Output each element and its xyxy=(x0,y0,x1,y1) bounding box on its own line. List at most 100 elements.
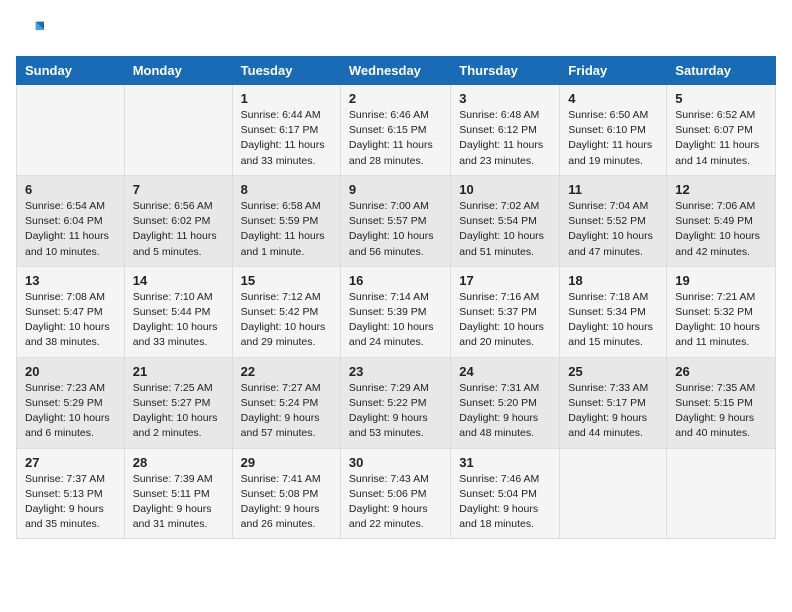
day-number: 19 xyxy=(675,273,767,288)
calendar-cell: 19 Sunrise: 7:21 AMSunset: 5:32 PMDayligh… xyxy=(667,266,776,357)
calendar-cell: 22Sunrise: 7:27 AMSunset: 5:24 PMDayligh… xyxy=(232,357,340,448)
calendar-cell: 23Sunrise: 7:29 AMSunset: 5:22 PMDayligh… xyxy=(340,357,450,448)
day-number: 3 xyxy=(459,91,551,106)
calendar-cell: 9 Sunrise: 7:00 AMSunset: 5:57 PMDaylight… xyxy=(340,175,450,266)
day-number: 12 xyxy=(675,182,767,197)
calendar-header: SundayMondayTuesdayWednesdayThursdayFrid… xyxy=(17,57,776,85)
day-number: 8 xyxy=(241,182,332,197)
weekday-wednesday: Wednesday xyxy=(340,57,450,85)
calendar-week-0: 1 Sunrise: 6:44 AMSunset: 6:17 PMDaylight… xyxy=(17,85,776,176)
day-number: 31 xyxy=(459,455,551,470)
day-info: Sunrise: 6:54 AMSunset: 6:04 PMDaylight:… xyxy=(25,199,116,260)
weekday-friday: Friday xyxy=(560,57,667,85)
day-info: Sunrise: 6:58 AMSunset: 5:59 PMDaylight:… xyxy=(241,199,332,260)
calendar-cell: 31 Sunrise: 7:46 AMSunset: 5:04 PMDayligh… xyxy=(451,448,560,539)
day-info: Sunrise: 7:23 AMSunset: 5:29 PMDaylight:… xyxy=(25,381,116,442)
calendar-cell: 24 Sunrise: 7:31 AMSunset: 5:20 PMDayligh… xyxy=(451,357,560,448)
day-info: Sunrise: 6:56 AMSunset: 6:02 PMDaylight:… xyxy=(133,199,224,260)
day-number: 17 xyxy=(459,273,551,288)
calendar-cell: 27 Sunrise: 7:37 AMSunset: 5:13 PMDayligh… xyxy=(17,448,125,539)
weekday-sunday: Sunday xyxy=(17,57,125,85)
day-number: 9 xyxy=(349,182,442,197)
calendar-table: SundayMondayTuesdayWednesdayThursdayFrid… xyxy=(16,56,776,539)
day-info: Sunrise: 7:43 AMSunset: 5:06 PMDaylight:… xyxy=(349,472,442,533)
day-info: Sunrise: 7:16 AMSunset: 5:37 PMDaylight:… xyxy=(459,290,551,351)
day-info: Sunrise: 6:44 AMSunset: 6:17 PMDaylight:… xyxy=(241,108,332,169)
weekday-saturday: Saturday xyxy=(667,57,776,85)
calendar-week-4: 27 Sunrise: 7:37 AMSunset: 5:13 PMDayligh… xyxy=(17,448,776,539)
logo-icon xyxy=(16,16,44,44)
day-number: 21 xyxy=(133,364,224,379)
day-info: Sunrise: 7:18 AMSunset: 5:34 PMDaylight:… xyxy=(568,290,658,351)
calendar-cell: 12 Sunrise: 7:06 AMSunset: 5:49 PMDayligh… xyxy=(667,175,776,266)
calendar-cell: 21 Sunrise: 7:25 AMSunset: 5:27 PMDayligh… xyxy=(124,357,232,448)
weekday-monday: Monday xyxy=(124,57,232,85)
day-number: 30 xyxy=(349,455,442,470)
day-number: 14 xyxy=(133,273,224,288)
day-number: 4 xyxy=(568,91,658,106)
calendar-cell: 14Sunrise: 7:10 AMSunset: 5:44 PMDayligh… xyxy=(124,266,232,357)
day-info: Sunrise: 7:41 AMSunset: 5:08 PMDaylight:… xyxy=(241,472,332,533)
calendar-body: 1 Sunrise: 6:44 AMSunset: 6:17 PMDaylight… xyxy=(17,85,776,539)
weekday-tuesday: Tuesday xyxy=(232,57,340,85)
day-info: Sunrise: 7:06 AMSunset: 5:49 PMDaylight:… xyxy=(675,199,767,260)
day-number: 27 xyxy=(25,455,116,470)
calendar-cell: 7 Sunrise: 6:56 AMSunset: 6:02 PMDaylight… xyxy=(124,175,232,266)
calendar-cell: 1 Sunrise: 6:44 AMSunset: 6:17 PMDaylight… xyxy=(232,85,340,176)
calendar-cell: 28 Sunrise: 7:39 AMSunset: 5:11 PMDayligh… xyxy=(124,448,232,539)
day-info: Sunrise: 7:02 AMSunset: 5:54 PMDaylight:… xyxy=(459,199,551,260)
day-number: 5 xyxy=(675,91,767,106)
day-number: 2 xyxy=(349,91,442,106)
day-number: 28 xyxy=(133,455,224,470)
day-info: Sunrise: 6:52 AMSunset: 6:07 PMDaylight:… xyxy=(675,108,767,169)
calendar-cell: 4 Sunrise: 6:50 AMSunset: 6:10 PMDaylight… xyxy=(560,85,667,176)
day-number: 10 xyxy=(459,182,551,197)
day-number: 1 xyxy=(241,91,332,106)
day-number: 26 xyxy=(675,364,767,379)
day-number: 24 xyxy=(459,364,551,379)
logo xyxy=(16,16,48,44)
day-info: Sunrise: 7:21 AMSunset: 5:32 PMDaylight:… xyxy=(675,290,767,351)
calendar-cell: 11Sunrise: 7:04 AMSunset: 5:52 PMDayligh… xyxy=(560,175,667,266)
calendar-cell xyxy=(17,85,125,176)
day-info: Sunrise: 7:31 AMSunset: 5:20 PMDaylight:… xyxy=(459,381,551,442)
calendar-cell: 10 Sunrise: 7:02 AMSunset: 5:54 PMDayligh… xyxy=(451,175,560,266)
calendar-week-3: 20 Sunrise: 7:23 AMSunset: 5:29 PMDayligh… xyxy=(17,357,776,448)
calendar-cell: 5 Sunrise: 6:52 AMSunset: 6:07 PMDaylight… xyxy=(667,85,776,176)
day-number: 7 xyxy=(133,182,224,197)
day-info: Sunrise: 7:12 AMSunset: 5:42 PMDaylight:… xyxy=(241,290,332,351)
calendar-cell: 2 Sunrise: 6:46 AMSunset: 6:15 PMDaylight… xyxy=(340,85,450,176)
calendar-cell: 29 Sunrise: 7:41 AMSunset: 5:08 PMDayligh… xyxy=(232,448,340,539)
calendar-cell: 18 Sunrise: 7:18 AMSunset: 5:34 PMDayligh… xyxy=(560,266,667,357)
day-info: Sunrise: 6:50 AMSunset: 6:10 PMDaylight:… xyxy=(568,108,658,169)
calendar-cell: 8 Sunrise: 6:58 AMSunset: 5:59 PMDaylight… xyxy=(232,175,340,266)
day-info: Sunrise: 7:35 AMSunset: 5:15 PMDaylight:… xyxy=(675,381,767,442)
calendar-cell xyxy=(667,448,776,539)
calendar-week-1: 6Sunrise: 6:54 AMSunset: 6:04 PMDaylight… xyxy=(17,175,776,266)
day-number: 16 xyxy=(349,273,442,288)
day-number: 15 xyxy=(241,273,332,288)
day-number: 20 xyxy=(25,364,116,379)
day-info: Sunrise: 7:39 AMSunset: 5:11 PMDaylight:… xyxy=(133,472,224,533)
day-info: Sunrise: 7:33 AMSunset: 5:17 PMDaylight:… xyxy=(568,381,658,442)
day-info: Sunrise: 7:08 AMSunset: 5:47 PMDaylight:… xyxy=(25,290,116,351)
calendar-cell: 13Sunrise: 7:08 AMSunset: 5:47 PMDayligh… xyxy=(17,266,125,357)
day-info: Sunrise: 7:29 AMSunset: 5:22 PMDaylight:… xyxy=(349,381,442,442)
day-info: Sunrise: 7:37 AMSunset: 5:13 PMDaylight:… xyxy=(25,472,116,533)
day-info: Sunrise: 7:46 AMSunset: 5:04 PMDaylight:… xyxy=(459,472,551,533)
calendar-cell: 15 Sunrise: 7:12 AMSunset: 5:42 PMDayligh… xyxy=(232,266,340,357)
calendar-cell: 17 Sunrise: 7:16 AMSunset: 5:37 PMDayligh… xyxy=(451,266,560,357)
day-info: Sunrise: 7:25 AMSunset: 5:27 PMDaylight:… xyxy=(133,381,224,442)
calendar-cell: 20 Sunrise: 7:23 AMSunset: 5:29 PMDayligh… xyxy=(17,357,125,448)
day-info: Sunrise: 7:00 AMSunset: 5:57 PMDaylight:… xyxy=(349,199,442,260)
day-info: Sunrise: 6:46 AMSunset: 6:15 PMDaylight:… xyxy=(349,108,442,169)
day-number: 22 xyxy=(241,364,332,379)
day-number: 18 xyxy=(568,273,658,288)
calendar-cell: 30 Sunrise: 7:43 AMSunset: 5:06 PMDayligh… xyxy=(340,448,450,539)
calendar-cell xyxy=(124,85,232,176)
day-number: 29 xyxy=(241,455,332,470)
day-number: 25 xyxy=(568,364,658,379)
calendar-cell: 25 Sunrise: 7:33 AMSunset: 5:17 PMDayligh… xyxy=(560,357,667,448)
calendar-cell: 26 Sunrise: 7:35 AMSunset: 5:15 PMDayligh… xyxy=(667,357,776,448)
calendar-cell: 3Sunrise: 6:48 AMSunset: 6:12 PMDaylight… xyxy=(451,85,560,176)
